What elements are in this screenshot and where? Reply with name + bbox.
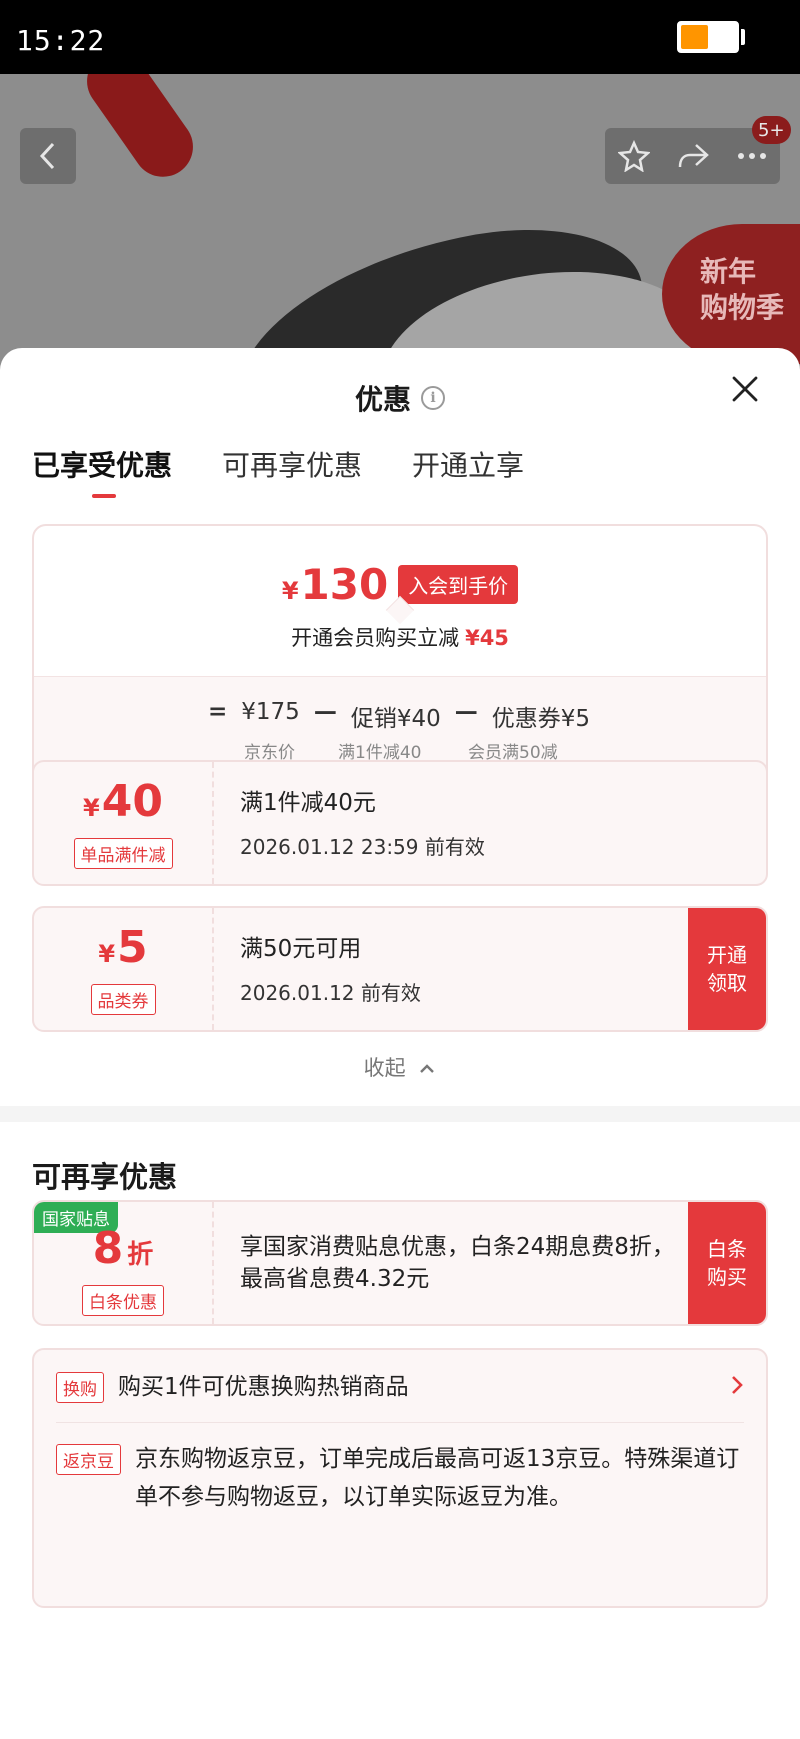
close-icon[interactable] bbox=[728, 372, 762, 406]
section-title-more: 可再享优惠 bbox=[32, 1160, 178, 1194]
member-price-tag: 入会到手价 bbox=[398, 565, 519, 604]
share-icon[interactable] bbox=[676, 141, 710, 171]
chevron-up-icon bbox=[420, 1064, 435, 1073]
star-icon[interactable] bbox=[618, 140, 651, 172]
coupon-details: 享国家消费贴息优惠，白条24期息费8折，最高省息费4.32元 bbox=[240, 1202, 686, 1324]
tab-more-label: 可再享优惠 bbox=[222, 449, 363, 482]
price-formula: = ¥175 — 促销¥40 — 优惠券¥5 bbox=[208, 699, 590, 733]
coupon-type-tag: 单品满件减 bbox=[73, 837, 173, 869]
tab-active-indicator bbox=[92, 494, 116, 498]
battery-icon bbox=[677, 21, 739, 53]
product-page-background: 5+ 新年 购物季 bbox=[0, 74, 800, 374]
discount-rate-value: 8 bbox=[92, 1222, 124, 1274]
price-summary-card: ¥130 入会到手价 开通会员购买立减 ¥45 = ¥175 — 促销¥40 — … bbox=[32, 524, 768, 792]
coupon-card[interactable]: ¥5 品类券 满50元可用 2026.01.12 前有效 开通领取 bbox=[32, 906, 768, 1032]
baitiao-buy-button[interactable]: 白条购买 bbox=[688, 1202, 766, 1324]
formula-base-price: ¥175 bbox=[241, 699, 300, 725]
jingdou-row: 返京豆 京东购物返京豆，订单完成后最高可返13京豆。特殊渠道订单不参与购物返豆，… bbox=[56, 1440, 744, 1516]
product-image-accent bbox=[75, 74, 205, 189]
activate-claim-button[interactable]: 开通领取 bbox=[688, 908, 766, 1030]
trade-in-tag: 换购 bbox=[56, 1372, 104, 1403]
discount-sheet: 优惠 i 已享受优惠 可再享优惠 开通立享 ¥130 入会到手价 开通会员购买立… bbox=[0, 348, 800, 1739]
coupon-type-tag: 品类券 bbox=[90, 983, 156, 1015]
notification-badge: 5+ bbox=[752, 116, 791, 144]
discount-rate-unit: 折 bbox=[127, 1239, 154, 1270]
national-subsidy-card[interactable]: 国家贴息 8折 白条优惠 享国家消费贴息优惠，白条24期息费8折，最高省息费4.… bbox=[32, 1200, 768, 1326]
divider bbox=[56, 1422, 744, 1423]
discount-tabs: 已享受优惠 可再享优惠 开通立享 bbox=[32, 444, 524, 498]
discount-rate: 8折 bbox=[92, 1222, 154, 1279]
currency-symbol: ¥ bbox=[83, 793, 100, 822]
coupon-value: 8折 白条优惠 bbox=[34, 1202, 214, 1324]
battery-tip bbox=[741, 29, 745, 45]
collapse-label: 收起 bbox=[363, 1056, 406, 1080]
status-time: 15:22 bbox=[16, 24, 106, 57]
formula-promo: 促销¥40 bbox=[350, 706, 441, 732]
currency-symbol: ¥ bbox=[281, 577, 299, 605]
coupon-details: 满1件减40元 2026.01.12 23:59 前有效 bbox=[240, 762, 686, 884]
subsidy-description: 享国家消费贴息优惠，白条24期息费8折，最高省息费4.32元 bbox=[240, 1234, 675, 1292]
member-saving-line: 开通会员购买立减 ¥45 bbox=[34, 622, 766, 652]
battery-level bbox=[681, 25, 708, 49]
coupon-title: 满50元可用 bbox=[240, 935, 362, 962]
promo-line1: 新年 bbox=[700, 255, 757, 288]
formula-coupon: 优惠券¥5 bbox=[491, 706, 591, 732]
coupon-amount-value: 40 bbox=[101, 775, 163, 827]
formula-equals: = bbox=[208, 699, 228, 725]
tab-enjoyed[interactable]: 已享受优惠 bbox=[32, 444, 172, 498]
section-divider bbox=[0, 1106, 800, 1122]
coupon-amount-value: 5 bbox=[117, 921, 148, 973]
tab-more[interactable]: 可再享优惠 bbox=[222, 444, 362, 498]
coupon-expiry: 2026.01.12 23:59 前有效 bbox=[240, 834, 485, 859]
member-saving-amount: ¥45 bbox=[465, 626, 509, 650]
more-icon[interactable] bbox=[737, 151, 767, 161]
chevron-right-icon bbox=[730, 1374, 744, 1402]
info-icon[interactable]: i bbox=[421, 386, 445, 410]
sheet-title: 优惠 bbox=[354, 383, 411, 416]
tab-open-label: 开通立享 bbox=[412, 449, 525, 482]
collapse-button[interactable]: 收起 bbox=[0, 1052, 800, 1082]
back-button[interactable] bbox=[20, 128, 76, 184]
coupon-amount: ¥5 bbox=[98, 921, 148, 978]
formula-minus: — bbox=[454, 699, 478, 725]
coupon-card[interactable]: ¥40 单品满件减 满1件减40元 2026.01.12 23:59 前有效 bbox=[32, 760, 768, 886]
sheet-header: 优惠 i bbox=[0, 348, 800, 448]
currency-symbol: ¥ bbox=[98, 939, 116, 968]
coupon-amount: ¥40 bbox=[83, 775, 163, 832]
tab-enjoyed-label: 已享受优惠 bbox=[32, 449, 173, 482]
member-saving-text: 开通会员购买立减 bbox=[291, 626, 460, 650]
final-price: ¥130 bbox=[282, 560, 388, 609]
coupon-value: ¥5 品类券 bbox=[34, 908, 214, 1030]
tab-open[interactable]: 开通立享 bbox=[412, 444, 524, 498]
coupon-type-tag: 白条优惠 bbox=[82, 1284, 164, 1316]
jingdou-tag: 返京豆 bbox=[56, 1444, 121, 1475]
chevron-left-icon bbox=[39, 142, 55, 170]
extra-benefits-card: 换购 购买1件可优惠换购热销商品 返京豆 京东购物返京豆，订单完成后最高可返13… bbox=[32, 1348, 768, 1608]
jingdou-text: 京东购物返京豆，订单完成后最高可返13京豆。特殊渠道订单不参与购物返豆，以订单实… bbox=[135, 1446, 740, 1510]
trade-in-text: 购买1件可优惠换购热销商品 bbox=[118, 1374, 409, 1400]
coupon-value: ¥40 单品满件减 bbox=[34, 762, 214, 884]
promo-line2: 购物季 bbox=[700, 291, 785, 324]
formula-minus: — bbox=[313, 699, 337, 725]
final-price-value: 130 bbox=[300, 560, 389, 609]
trade-in-row[interactable]: 换购 购买1件可优惠换购热销商品 bbox=[56, 1368, 744, 1406]
coupon-details: 满50元可用 2026.01.12 前有效 bbox=[240, 908, 686, 1030]
coupon-title: 满1件减40元 bbox=[240, 789, 376, 816]
coupon-expiry: 2026.01.12 前有效 bbox=[240, 980, 421, 1005]
